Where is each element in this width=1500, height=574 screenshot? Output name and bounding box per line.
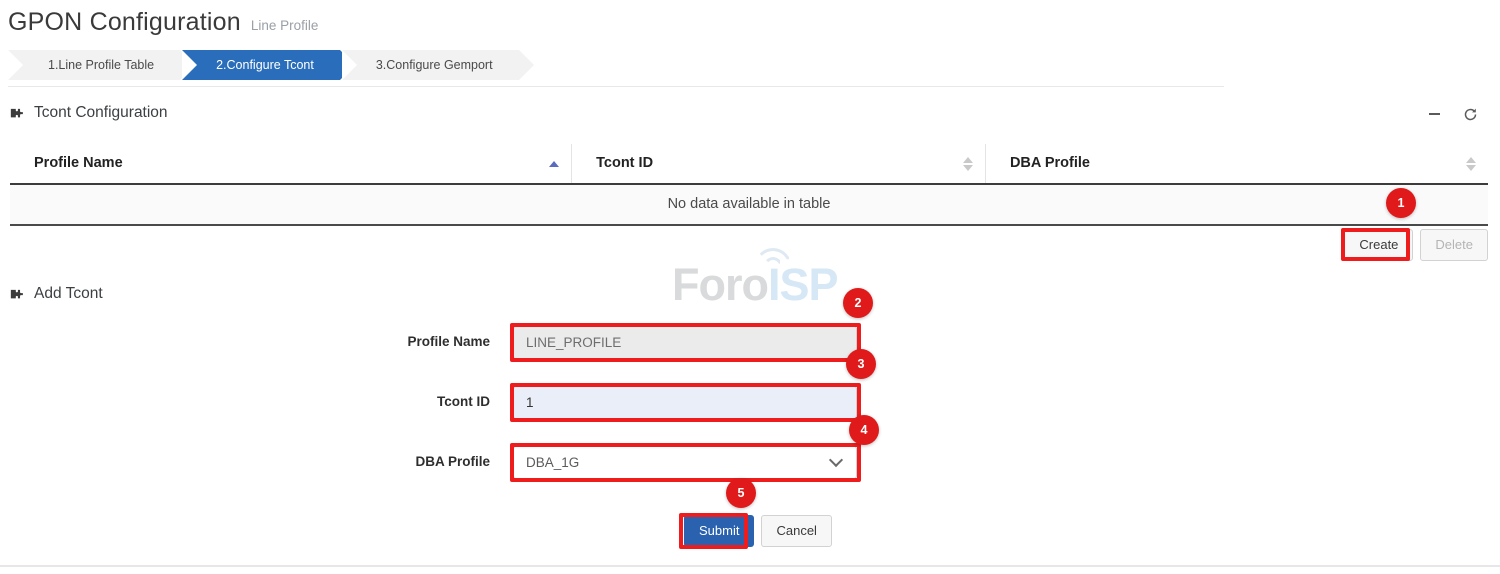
wizard-step-3-label: 3.Configure Gemport	[376, 58, 493, 72]
wizard-step-1[interactable]: 1.Line Profile Table	[8, 50, 180, 80]
delete-button: Delete	[1420, 229, 1488, 261]
sort-both-icon	[1466, 156, 1476, 172]
dba-profile-selected-value: DBA_1G	[526, 455, 579, 470]
form-action-buttons: Submit Cancel	[684, 515, 832, 547]
column-header-profile-name[interactable]: Profile Name	[10, 144, 572, 184]
watermark-arc-inner-icon	[763, 257, 783, 268]
form-row-profile-name: Profile Name LINE_PROFILE	[0, 320, 1500, 380]
page-title: GPON Configuration	[8, 8, 241, 37]
page-bottom-divider	[0, 565, 1500, 567]
wizard-step-2-label: 2.Configure Tcont	[216, 58, 314, 72]
table-empty-message: No data available in table	[10, 184, 1488, 225]
wizard-step-1-label: 1.Line Profile Table	[48, 58, 154, 72]
wizard-step-3[interactable]: 3.Configure Gemport	[342, 50, 519, 80]
form-row-tcont-id: Tcont ID 1	[0, 380, 1500, 440]
tcont-table-wrapper: Profile Name Tcont ID DBA Profile No dat	[10, 144, 1488, 226]
column-header-tcont-id[interactable]: Tcont ID	[572, 144, 986, 184]
submit-button[interactable]: Submit	[684, 515, 754, 547]
table-empty-row: No data available in table	[10, 184, 1488, 225]
table-body: No data available in table	[10, 184, 1488, 225]
table-header-row: Profile Name Tcont ID DBA Profile	[10, 144, 1488, 184]
wizard-step-2[interactable]: 2.Configure Tcont	[182, 50, 340, 80]
gpon-configuration-page: ForoISP GPON Configuration Line Profile …	[0, 0, 1500, 574]
column-header-dba-profile[interactable]: DBA Profile	[985, 144, 1488, 184]
tcont-id-label: Tcont ID	[200, 394, 490, 409]
annotation-badge-4: 4	[849, 415, 879, 445]
table-action-buttons: Create Delete	[1344, 229, 1488, 261]
panel-title: Tcont Configuration	[34, 104, 168, 122]
watermark-text-secondary: ISP	[768, 259, 838, 310]
tcont-id-input[interactable]: 1	[513, 386, 857, 419]
sort-ascending-icon	[549, 161, 559, 167]
column-header-tcont-id-label: Tcont ID	[596, 155, 653, 171]
table-head: Profile Name Tcont ID DBA Profile	[10, 144, 1488, 184]
section-title: Add Tcont	[34, 285, 103, 303]
column-header-dba-profile-label: DBA Profile	[1010, 155, 1090, 171]
dba-profile-select[interactable]: DBA_1G	[513, 446, 857, 479]
add-tcont-form: Profile Name LINE_PROFILE Tcont ID 1 DBA…	[0, 320, 1500, 500]
watermark-text: ForoISP	[672, 262, 838, 307]
add-tcont-header: Add Tcont	[8, 285, 103, 303]
watermark-text-primary: Foro	[672, 259, 768, 310]
annotation-badge-1: 1	[1386, 188, 1416, 218]
panel-tools	[1426, 106, 1478, 122]
create-button[interactable]: Create	[1344, 229, 1413, 261]
profile-name-label: Profile Name	[200, 334, 490, 349]
column-header-profile-name-label: Profile Name	[34, 155, 123, 171]
wizard-divider	[8, 86, 1224, 87]
profile-name-input: LINE_PROFILE	[513, 326, 857, 359]
minimize-icon[interactable]	[1426, 106, 1442, 122]
chevron-down-icon	[829, 453, 843, 467]
sort-both-icon	[963, 156, 973, 172]
foroisp-watermark: ForoISP	[672, 262, 838, 307]
puzzle-icon	[8, 287, 25, 304]
annotation-badge-5: 5	[726, 478, 756, 508]
annotation-badge-3: 3	[846, 349, 876, 379]
page-header: GPON Configuration Line Profile	[8, 8, 318, 37]
page-subtitle: Line Profile	[251, 18, 319, 33]
tcont-table: Profile Name Tcont ID DBA Profile No dat	[10, 144, 1488, 226]
cancel-button[interactable]: Cancel	[761, 515, 831, 547]
puzzle-icon	[8, 106, 25, 123]
wizard-steps: 1.Line Profile Table 2.Configure Tcont 3…	[8, 50, 521, 80]
watermark-arc-outer-icon	[754, 248, 792, 268]
tcont-configuration-header: Tcont Configuration	[8, 104, 168, 122]
refresh-icon[interactable]	[1462, 106, 1478, 122]
annotation-badge-2: 2	[843, 288, 873, 318]
dba-profile-label: DBA Profile	[200, 454, 490, 469]
